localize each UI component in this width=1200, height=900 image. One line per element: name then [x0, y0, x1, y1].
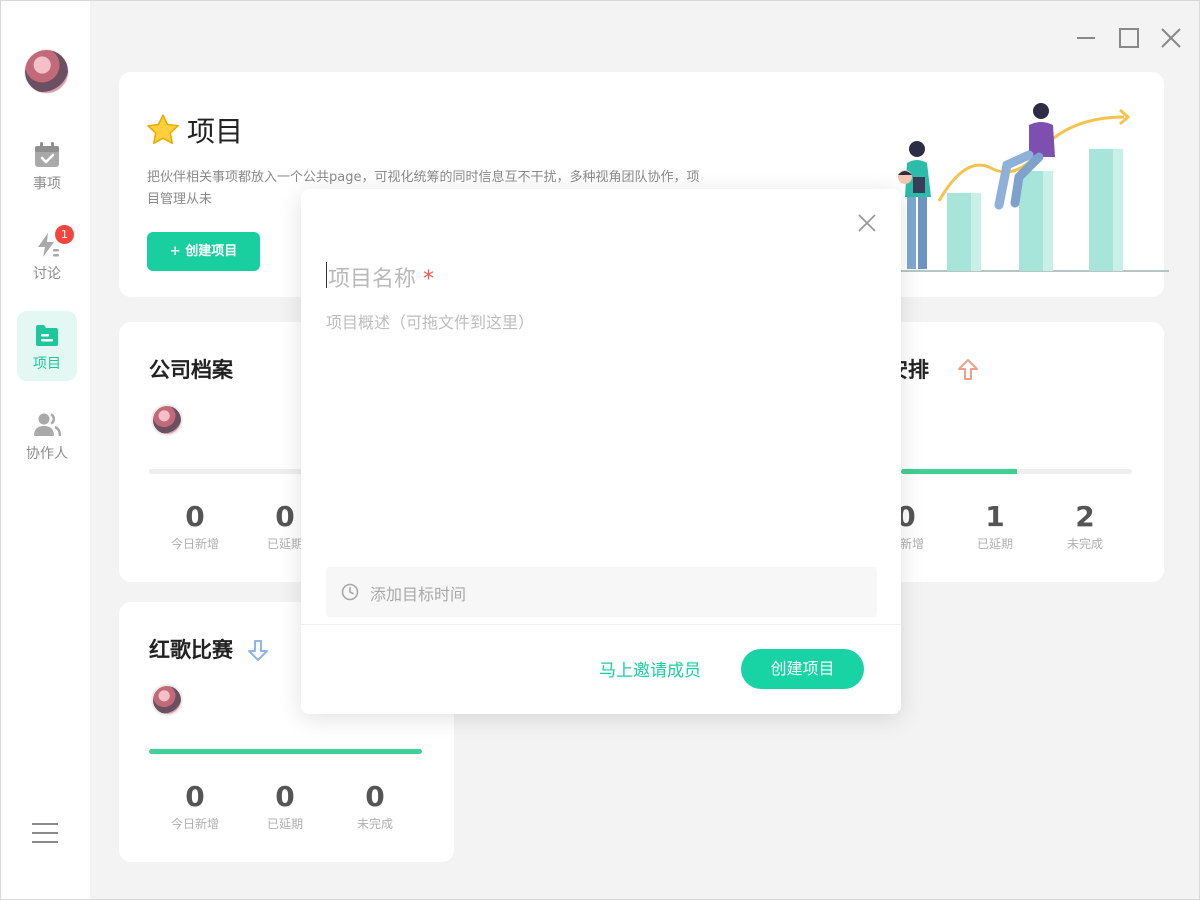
sidebar-item-label: 协作人 — [26, 446, 68, 462]
sidebar: 事项 1 讨论 项目 协作人 — [1, 1, 90, 899]
text-caret — [326, 262, 327, 288]
folder-icon — [36, 325, 58, 346]
sidebar-item-projects[interactable]: 项目 — [17, 311, 77, 381]
growth-illustration-icon — [879, 103, 1169, 272]
divider — [301, 624, 901, 625]
stat-incomplete: 0 未完成 — [356, 780, 393, 831]
close-icon[interactable] — [857, 213, 877, 233]
create-project-button[interactable]: + 创建项目 — [147, 232, 260, 271]
create-project-dialog: 项目名称 * 项目概述（可拖文件到这里） 添加目标时间 马上邀请成员 创建项目 — [301, 189, 901, 714]
calendar-check-icon — [35, 142, 59, 167]
target-time-placeholder: 添加目标时间 — [370, 585, 467, 604]
clock-icon — [341, 583, 359, 601]
project-progress — [901, 469, 1132, 474]
arrow-up-icon — [958, 359, 978, 380]
project-title: 公司档案 — [149, 358, 233, 382]
member-avatar — [151, 404, 183, 436]
project-description-input[interactable]: 项目概述（可拖文件到这里） — [326, 309, 534, 333]
stat-new-today: 0 今日新增 — [170, 780, 219, 831]
member-avatar — [151, 684, 183, 716]
page-title: 项目 — [187, 115, 244, 148]
menu-icon[interactable] — [32, 821, 58, 845]
create-project-submit-button[interactable]: 创建项目 — [741, 649, 864, 689]
project-name-input[interactable] — [326, 257, 866, 293]
project-title: 红歌比赛 — [149, 638, 233, 662]
sidebar-item-label: 项目 — [33, 356, 61, 372]
sidebar-item-label: 讨论 — [33, 266, 61, 282]
stat-incomplete: 2 未完成 — [1066, 500, 1103, 551]
stat-overdue: 1 已延期 — [976, 500, 1013, 551]
arrow-down-icon — [248, 640, 268, 661]
minimize-icon[interactable] — [1074, 26, 1098, 50]
unread-badge: 1 — [55, 225, 74, 244]
app-window: 事项 1 讨论 项目 协作人 项目 把伙伴相关事项都放入一个公共page，可视化… — [0, 0, 1200, 900]
sidebar-item-label: 事项 — [33, 176, 61, 192]
close-icon[interactable] — [1159, 26, 1183, 50]
users-icon — [34, 413, 61, 437]
invite-members-link[interactable]: 马上邀请成员 — [599, 656, 701, 681]
sidebar-item-discussion[interactable]: 1 讨论 — [17, 221, 77, 291]
sidebar-item-collaborators[interactable]: 协作人 — [17, 401, 77, 471]
stat-new-today: 0 今日新增 — [170, 500, 219, 551]
stat-overdue: 0 已延期 — [266, 780, 303, 831]
user-avatar[interactable] — [24, 49, 69, 94]
project-progress — [149, 749, 422, 754]
target-time-field[interactable]: 添加目标时间 — [326, 567, 877, 617]
sidebar-item-tasks[interactable]: 事项 — [17, 131, 77, 201]
maximize-icon[interactable] — [1117, 26, 1141, 50]
star-icon — [147, 114, 179, 144]
